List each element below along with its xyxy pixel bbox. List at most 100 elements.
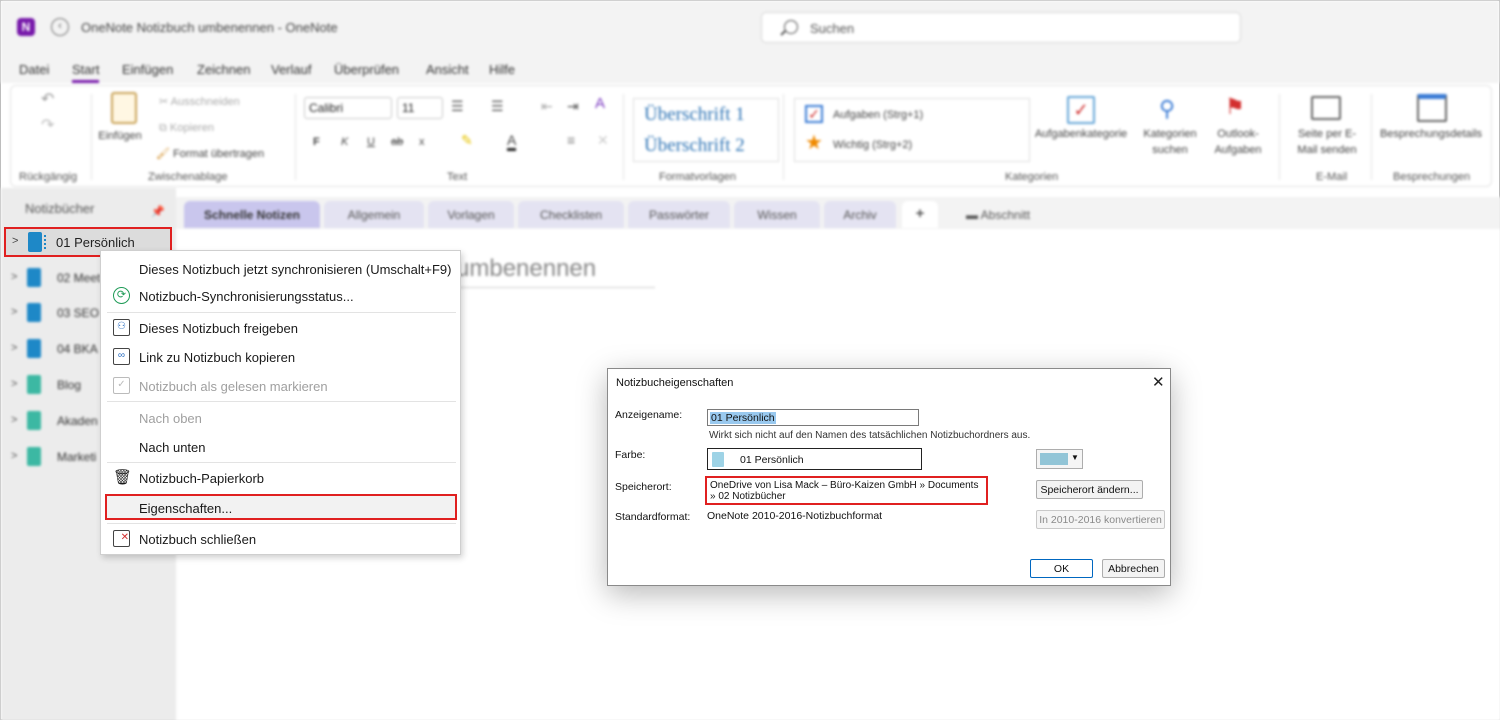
bullets-icon[interactable]: ☰ xyxy=(451,98,464,114)
star-tag-icon: ★ xyxy=(805,132,823,154)
font-size-select[interactable]: 11 xyxy=(397,97,443,119)
notebook-icon xyxy=(27,268,41,287)
menu-ueberpruefen[interactable]: Überprüfen xyxy=(334,62,399,77)
clear-format-icon[interactable]: A xyxy=(595,96,605,112)
format-label: Standardformat: xyxy=(615,511,691,523)
paste-button[interactable]: Einfügen xyxy=(95,128,145,144)
menu-move-up[interactable]: Nach oben xyxy=(101,404,460,432)
ok-button[interactable]: OK xyxy=(1030,559,1093,578)
italic-button[interactable]: K xyxy=(341,134,348,150)
menu-verlauf[interactable]: Verlauf xyxy=(271,62,311,77)
tags-gallery[interactable]: ✓ Aufgaben (Strg+1) ★ Wichtig (Strg+2) xyxy=(794,98,1030,162)
dialog-title: Notizbucheigenschaften xyxy=(616,377,734,389)
menu-bar: Datei Start Einfügen Zeichnen Verlauf Üb… xyxy=(1,53,1499,83)
tag-category-button[interactable]: Aufgabenkategorie xyxy=(1027,126,1135,142)
find-tags-button[interactable]: Kategorien suchen xyxy=(1137,126,1203,158)
search-placeholder: Suchen xyxy=(810,21,855,36)
convert-button[interactable]: In 2010-2016 konvertieren xyxy=(1036,510,1165,529)
add-section-button[interactable]: + xyxy=(902,201,938,228)
highlight-icon[interactable]: ✎ xyxy=(461,132,473,148)
meeting-icon xyxy=(1417,94,1447,122)
redo-icon[interactable]: ↷ xyxy=(41,118,54,134)
tab-vorlagen[interactable]: Vorlagen xyxy=(428,201,514,228)
menu-recycle-bin[interactable]: 🗑 Notizbuch-Papierkorb xyxy=(101,464,460,492)
menu-separator xyxy=(107,401,456,402)
delete-icon[interactable]: ✕ xyxy=(597,132,609,148)
subscript-button[interactable]: x xyxy=(419,134,425,150)
menu-mark-read[interactable]: ✓ Notizbuch als gelesen markieren xyxy=(101,372,460,400)
font-color-icon[interactable]: A xyxy=(507,132,517,151)
notebook-icon xyxy=(27,303,41,322)
section-menu-button[interactable]: ▬ Abschnitt xyxy=(966,201,1056,228)
menu-ansicht[interactable]: Ansicht xyxy=(426,62,469,77)
sync-icon: ⟳ xyxy=(113,287,130,304)
menu-zeichnen[interactable]: Zeichnen xyxy=(197,62,250,77)
format-painter-button[interactable]: 🖌 Format übertragen xyxy=(156,146,264,162)
outdent-icon[interactable]: ⇤ xyxy=(541,98,553,114)
tab-checklisten[interactable]: Checklisten xyxy=(518,201,624,228)
ribbon-divider xyxy=(1371,94,1372,180)
notebook-icon xyxy=(28,232,46,252)
menu-copy-link[interactable]: ∞ Link zu Notizbuch kopieren xyxy=(101,343,460,371)
search-box[interactable]: Suchen xyxy=(761,12,1241,43)
meeting-details-button[interactable]: Besprechungsdetails xyxy=(1375,126,1487,142)
style-heading1[interactable]: Überschrift 1 xyxy=(644,104,745,126)
menu-move-down[interactable]: Nach unten xyxy=(101,433,460,461)
undo-icon[interactable]: ↶ xyxy=(41,92,54,108)
notebook-label: Blog xyxy=(57,378,82,392)
cancel-button[interactable]: Abbrechen xyxy=(1102,559,1165,578)
chevron-right-icon: > xyxy=(11,378,18,390)
paste-icon[interactable] xyxy=(111,92,137,124)
color-label: Farbe: xyxy=(615,449,646,461)
numbering-icon[interactable]: ☰ xyxy=(491,98,504,114)
menu-sync-now[interactable]: Dieses Notizbuch jetzt synchronisieren (… xyxy=(101,255,460,283)
bold-button[interactable]: F xyxy=(313,134,320,150)
notebooks-header: Notizbücher xyxy=(25,201,95,216)
tag-category-icon: ✓ xyxy=(1067,96,1095,124)
close-icon[interactable]: ✕ xyxy=(1152,373,1165,391)
menu-close-notebook[interactable]: ✕ Notizbuch schließen xyxy=(101,525,460,553)
menu-share-notebook[interactable]: ⚇ Dieses Notizbuch freigeben xyxy=(101,314,460,342)
chevron-right-icon: > xyxy=(11,414,18,426)
styles-group-label: Formatvorlagen xyxy=(659,171,737,183)
section-icon: ▬ xyxy=(966,208,981,222)
ribbon: ↶ ↷ Rückgängig Einfügen ✂ Ausschneiden ⧉… xyxy=(10,85,1492,187)
format-value: OneNote 2010-2016-Notizbuchformat xyxy=(707,510,883,522)
align-icon[interactable]: ≡ xyxy=(567,132,575,148)
indent-icon[interactable]: ⇥ xyxy=(567,98,579,114)
email-icon xyxy=(1311,96,1341,120)
tab-archiv[interactable]: Archiv xyxy=(824,201,896,228)
tab-passwoerter[interactable]: Passwörter xyxy=(628,201,730,228)
menu-properties[interactable]: Eigenschaften... xyxy=(101,493,460,521)
email-page-button[interactable]: Seite per E-Mail senden xyxy=(1289,126,1365,158)
tab-schnelle-notizen[interactable]: Schnelle Notizen xyxy=(184,201,320,228)
back-icon[interactable]: ‹ xyxy=(51,18,69,36)
copy-button[interactable]: ⧉ Kopieren xyxy=(159,120,214,136)
font-family-select[interactable]: Calibri xyxy=(304,97,392,119)
ribbon-divider xyxy=(295,94,296,180)
undo-group-label: Rückgängig xyxy=(19,171,78,183)
tab-allgemein[interactable]: Allgemein xyxy=(324,201,424,228)
color-picker-dropdown[interactable]: ▼ xyxy=(1036,449,1083,469)
underline-button[interactable]: U xyxy=(367,134,375,150)
notebook-context-menu: Dieses Notizbuch jetzt synchronisieren (… xyxy=(100,250,461,555)
styles-gallery[interactable]: Überschrift 1 Überschrift 2 xyxy=(633,98,779,162)
tag-important[interactable]: Wichtig (Strg+2) xyxy=(833,137,912,153)
pin-icon[interactable]: 📌 xyxy=(151,205,165,218)
menu-datei[interactable]: Datei xyxy=(19,62,49,77)
tab-wissen[interactable]: Wissen xyxy=(734,201,820,228)
menu-start[interactable]: Start xyxy=(72,62,100,83)
outlook-tasks-button[interactable]: Outlook-Aufgaben xyxy=(1207,126,1269,158)
strikethrough-button[interactable]: ab xyxy=(391,134,403,150)
change-location-button[interactable]: Speicherort ändern... xyxy=(1036,480,1143,499)
cut-button[interactable]: ✂ Ausschneiden xyxy=(159,94,240,110)
style-heading2[interactable]: Überschrift 2 xyxy=(644,135,745,157)
tag-todo[interactable]: Aufgaben (Strg+1) xyxy=(833,107,923,123)
display-name-input[interactable]: 01 Persönlich xyxy=(707,409,919,426)
menu-hilfe[interactable]: Hilfe xyxy=(489,62,515,77)
page-title-underline xyxy=(441,287,655,288)
menu-sync-status[interactable]: ⟳ Notizbuch-Synchronisierungsstatus... xyxy=(101,282,460,310)
notebook-label: 03 SEO xyxy=(57,306,100,320)
clipboard-group-label: Zwischenablage xyxy=(148,171,228,183)
menu-einfuegen[interactable]: Einfügen xyxy=(122,62,173,77)
